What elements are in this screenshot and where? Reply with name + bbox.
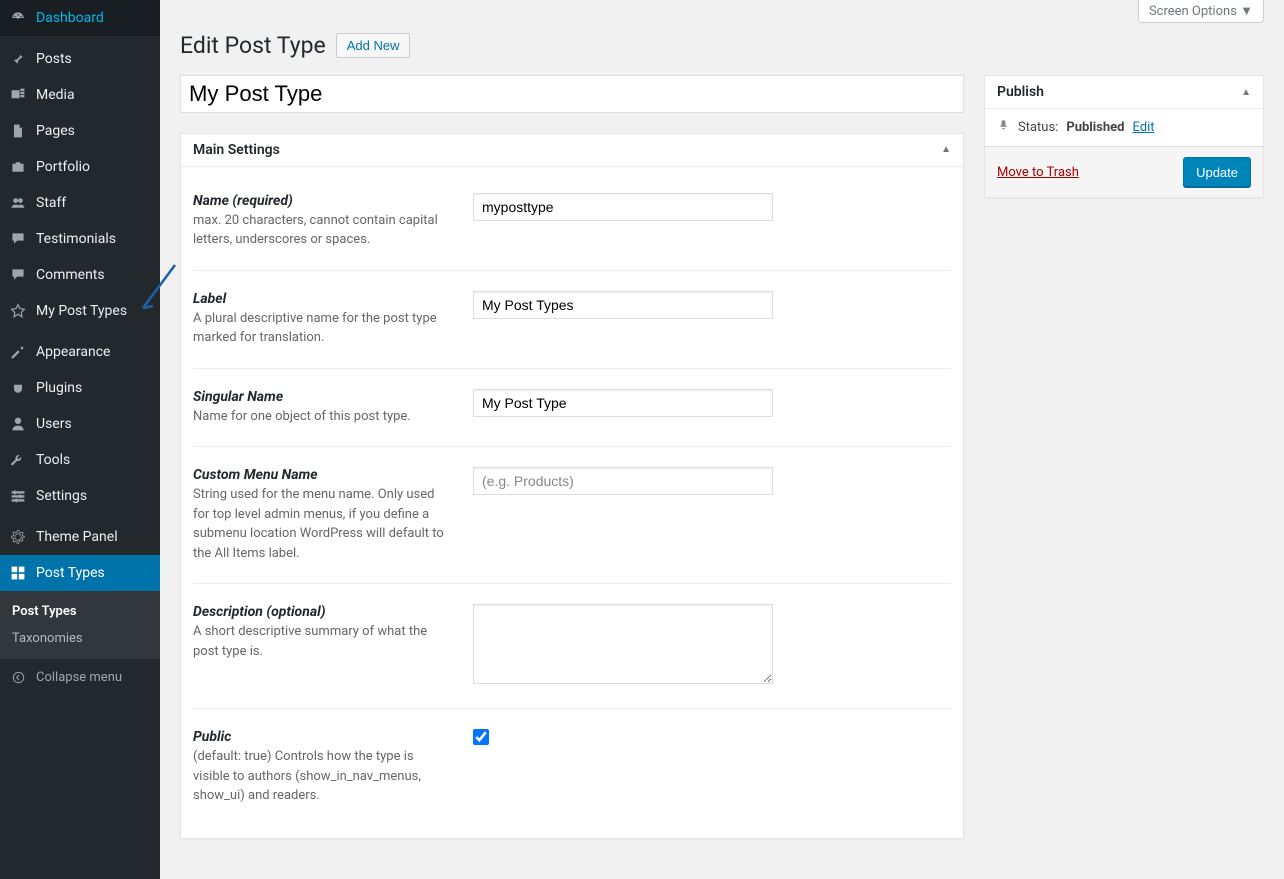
sidebar-item-testimonials[interactable]: Testimonials <box>0 221 160 257</box>
sidebar-item-posts[interactable]: Posts <box>0 41 160 77</box>
portfolio-icon <box>8 157 28 177</box>
collapse-icon <box>8 667 28 687</box>
status-label: Status: <box>1018 120 1058 135</box>
name-input[interactable] <box>473 193 773 221</box>
collapse-menu[interactable]: Collapse menu <box>0 659 160 695</box>
sidebar-item-plugins[interactable]: Plugins <box>0 370 160 406</box>
edit-status-link[interactable]: Edit <box>1132 120 1154 135</box>
field-label-desc: A plural descriptive name for the post t… <box>193 309 453 348</box>
testimonials-icon <box>8 229 28 249</box>
sidebar-label: Plugins <box>36 380 82 396</box>
field-menuname-title: Custom Menu Name <box>193 467 453 483</box>
sidebar-item-myposttypes[interactable]: My Post Types <box>0 293 160 329</box>
sidebar-label: Testimonials <box>36 231 116 247</box>
pages-icon <box>8 121 28 141</box>
sidebar-item-themepanel[interactable]: Theme Panel <box>0 519 160 555</box>
gear-icon <box>8 527 28 547</box>
field-menuname-desc: String used for the menu name. Only used… <box>193 485 453 563</box>
sidebar-label: Users <box>36 416 72 432</box>
sidebar-item-comments[interactable]: Comments <box>0 257 160 293</box>
sidebar-submenu: Post Types Taxonomies <box>0 591 160 659</box>
field-name-desc: max. 20 characters, cannot contain capit… <box>193 211 453 250</box>
dashboard-icon <box>8 8 28 28</box>
sidebar-label: Staff <box>36 195 66 211</box>
sidebar-label: Pages <box>36 123 75 139</box>
admin-sidebar: Dashboard Posts Media Pages Portfolio St… <box>0 0 160 879</box>
field-name-title: Name (required) <box>193 193 453 209</box>
appearance-icon <box>8 342 28 362</box>
collapse-label: Collapse menu <box>36 670 122 685</box>
field-description-title: Description (optional) <box>193 604 453 620</box>
toggle-box-icon[interactable]: ▲ <box>941 144 951 155</box>
post-title-input[interactable] <box>180 75 964 113</box>
screen-options-button[interactable]: Screen Options ▼ <box>1138 0 1264 23</box>
move-to-trash-link[interactable]: Move to Trash <box>997 165 1079 180</box>
sidebar-label: Media <box>36 87 75 103</box>
pin-icon <box>8 49 28 69</box>
sidebar-item-appearance[interactable]: Appearance <box>0 334 160 370</box>
sidebar-label: Theme Panel <box>36 529 118 545</box>
field-singular-desc: Name for one object of this post type. <box>193 407 453 427</box>
settings-icon <box>8 486 28 506</box>
sidebar-item-pages[interactable]: Pages <box>0 113 160 149</box>
update-button[interactable]: Update <box>1183 157 1251 187</box>
sidebar-item-posttypes[interactable]: Post Types <box>0 555 160 591</box>
add-new-button[interactable]: Add New <box>336 33 411 58</box>
field-public-title: Public <box>193 729 453 745</box>
main-settings-heading: Main Settings <box>193 142 280 158</box>
page-title: Edit Post Type <box>180 32 326 59</box>
media-icon <box>8 85 28 105</box>
public-checkbox[interactable] <box>473 729 489 745</box>
sidebar-label: Appearance <box>36 344 110 360</box>
grid-icon <box>8 563 28 583</box>
submenu-item-posttypes[interactable]: Post Types <box>0 598 160 625</box>
submenu-item-taxonomies[interactable]: Taxonomies <box>0 625 160 652</box>
star-icon <box>8 301 28 321</box>
sidebar-label: Dashboard <box>36 10 104 26</box>
toggle-publish-icon[interactable]: ▲ <box>1241 87 1251 98</box>
publish-box: Publish ▲ Status: Published Edit Move to… <box>984 75 1264 198</box>
sidebar-item-users[interactable]: Users <box>0 406 160 442</box>
sidebar-item-portfolio[interactable]: Portfolio <box>0 149 160 185</box>
description-textarea[interactable] <box>473 604 773 684</box>
staff-icon <box>8 193 28 213</box>
sidebar-label: Posts <box>36 51 72 67</box>
label-input[interactable] <box>473 291 773 319</box>
sidebar-label: Settings <box>36 488 87 504</box>
field-public-desc: (default: true) Controls how the type is… <box>193 747 453 806</box>
field-label-title: Label <box>193 291 453 307</box>
sidebar-label: Portfolio <box>36 159 90 175</box>
sidebar-item-tools[interactable]: Tools <box>0 442 160 478</box>
sidebar-label: My Post Types <box>36 303 127 319</box>
status-value: Published <box>1066 120 1124 135</box>
sidebar-item-dashboard[interactable]: Dashboard <box>0 0 160 36</box>
sidebar-item-media[interactable]: Media <box>0 77 160 113</box>
plugins-icon <box>8 378 28 398</box>
sidebar-item-settings[interactable]: Settings <box>0 478 160 514</box>
sidebar-label: Comments <box>36 267 105 283</box>
singular-name-input[interactable] <box>473 389 773 417</box>
tools-icon <box>8 450 28 470</box>
status-pin-icon <box>997 119 1010 136</box>
content-area: Screen Options ▼ Edit Post Type Add New … <box>160 0 1284 879</box>
menu-name-input[interactable] <box>473 467 773 495</box>
sidebar-label: Post Types <box>36 565 105 581</box>
comments-icon <box>8 265 28 285</box>
sidebar-item-staff[interactable]: Staff <box>0 185 160 221</box>
field-description-desc: A short descriptive summary of what the … <box>193 622 453 661</box>
sidebar-label: Tools <box>36 452 70 468</box>
field-singular-title: Singular Name <box>193 389 453 405</box>
main-settings-box: Main Settings ▲ Name (required) max. 20 … <box>180 133 964 839</box>
publish-heading: Publish <box>997 84 1044 100</box>
users-icon <box>8 414 28 434</box>
